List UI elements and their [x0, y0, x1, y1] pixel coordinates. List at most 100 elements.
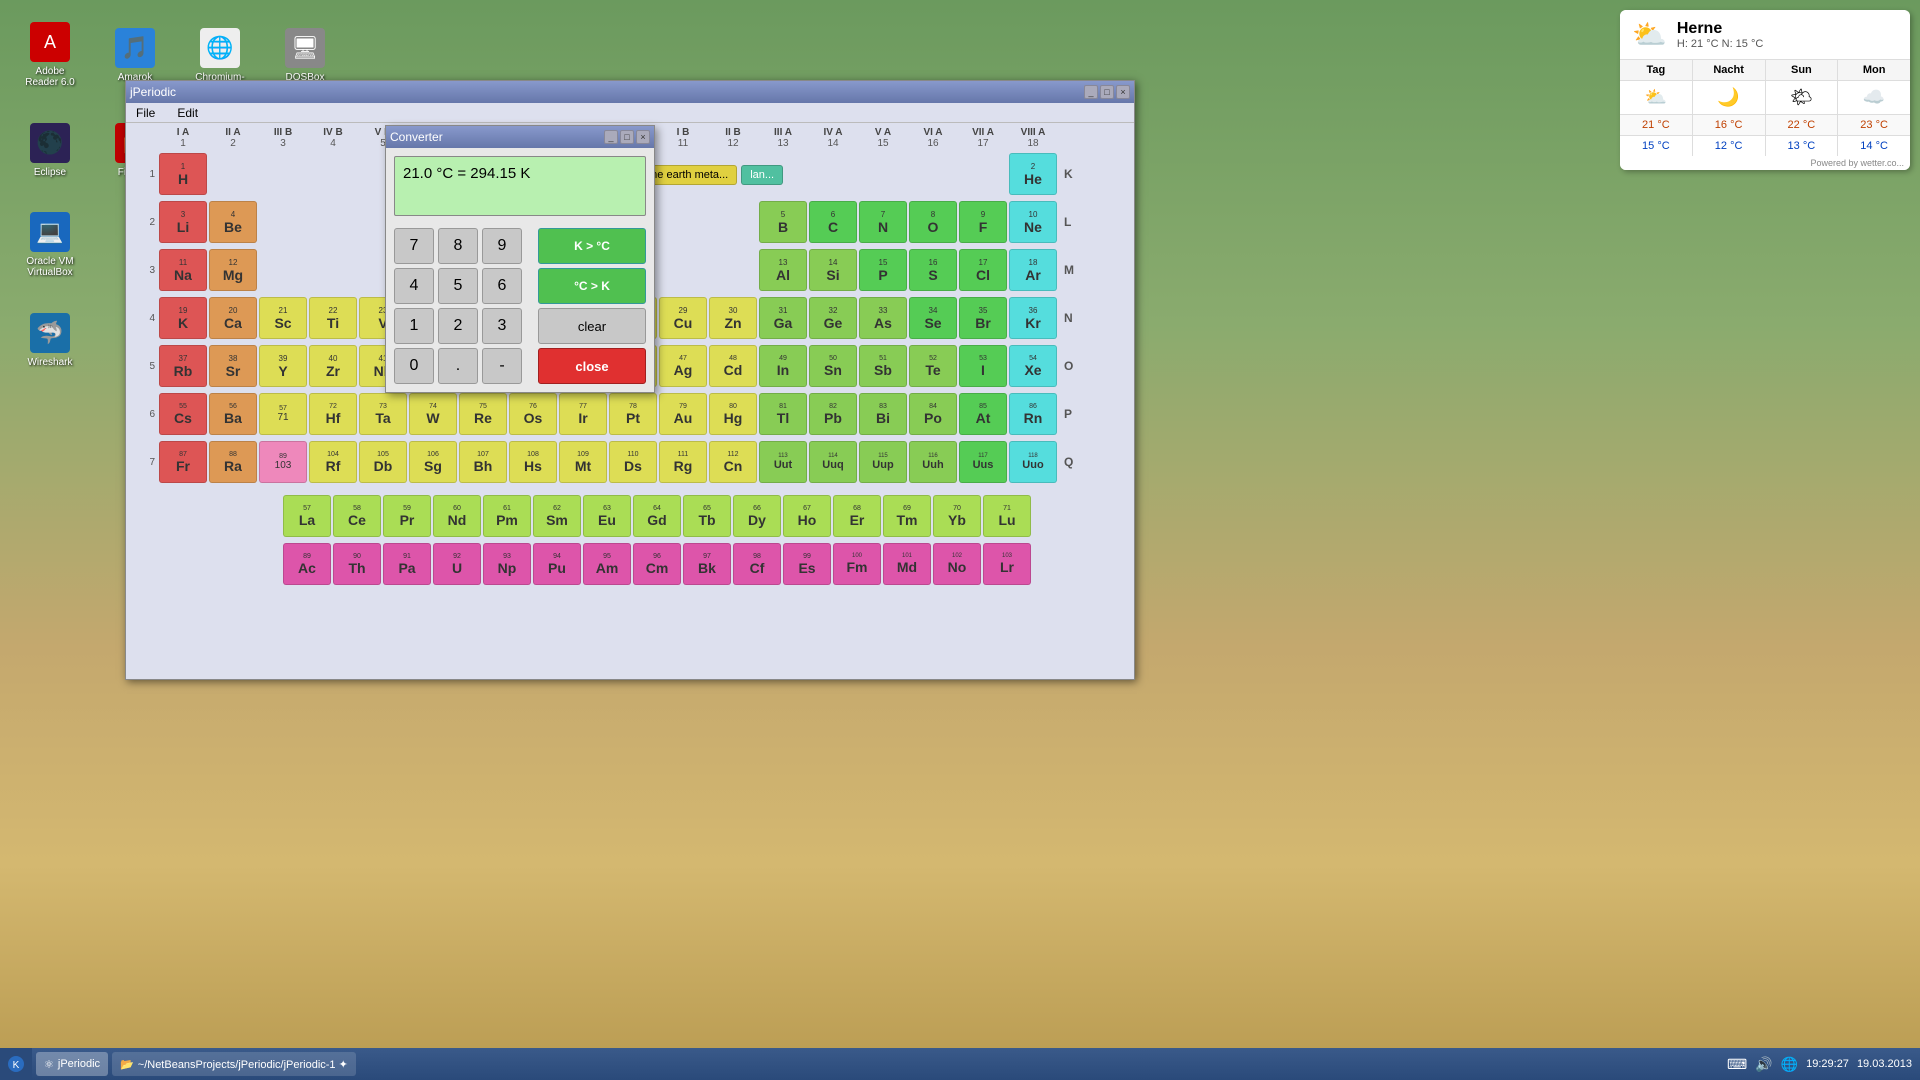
element-Es[interactable]: 99Es [783, 543, 831, 585]
element-Th[interactable]: 90Th [333, 543, 381, 585]
element-Sm[interactable]: 62Sm [533, 495, 581, 537]
element-Tb[interactable]: 65Tb [683, 495, 731, 537]
element-Dy[interactable]: 66Dy [733, 495, 781, 537]
btn-5[interactable]: 5 [438, 268, 478, 304]
element-I[interactable]: 53I [959, 345, 1007, 387]
element-Ac-ref[interactable]: 89103 [259, 441, 307, 483]
element-Zn[interactable]: 30Zn [709, 297, 757, 339]
conv-maximize-btn[interactable]: □ [620, 130, 634, 144]
element-F[interactable]: 9F [959, 201, 1007, 243]
element-Os[interactable]: 76Os [509, 393, 557, 435]
element-Ir[interactable]: 77Ir [559, 393, 607, 435]
element-Rn[interactable]: 86Rn [1009, 393, 1057, 435]
btn-c-to-k[interactable]: °C > K [538, 268, 646, 304]
element-Xe[interactable]: 54Xe [1009, 345, 1057, 387]
element-S[interactable]: 16S [909, 249, 957, 291]
taskbar-start-btn[interactable]: K [0, 1048, 32, 1080]
element-Ac[interactable]: 89Ac [283, 543, 331, 585]
element-Li[interactable]: 3Li [159, 201, 207, 243]
element-Ho[interactable]: 67Ho [783, 495, 831, 537]
btn-6[interactable]: 6 [482, 268, 522, 304]
icon-adobe[interactable]: A AdobeReader 6.0 [10, 10, 90, 100]
converter-titlebar[interactable]: Converter _ □ × [386, 126, 654, 148]
btn-3[interactable]: 3 [482, 308, 522, 344]
element-Rb[interactable]: 37Rb [159, 345, 207, 387]
btn-7[interactable]: 7 [394, 228, 434, 264]
element-Se[interactable]: 34Se [909, 297, 957, 339]
element-Br[interactable]: 35Br [959, 297, 1007, 339]
element-Fr[interactable]: 87Fr [159, 441, 207, 483]
taskbar-jperiodic[interactable]: ⚛ jPeriodic [36, 1052, 108, 1076]
btn-clear[interactable]: clear [538, 308, 646, 344]
element-As[interactable]: 33As [859, 297, 907, 339]
element-Ba[interactable]: 56Ba [209, 393, 257, 435]
element-Rg[interactable]: 111Rg [659, 441, 707, 483]
close-btn[interactable]: × [1116, 85, 1130, 99]
element-Ti[interactable]: 22Ti [309, 297, 357, 339]
menu-file[interactable]: File [130, 104, 161, 122]
jperiodic-titlebar[interactable]: jPeriodic _ □ × [126, 81, 1134, 103]
element-Bh[interactable]: 107Bh [459, 441, 507, 483]
element-Au[interactable]: 79Au [659, 393, 707, 435]
element-Y[interactable]: 39Y [259, 345, 307, 387]
element-Sb[interactable]: 51Sb [859, 345, 907, 387]
icon-oracle[interactable]: 💻 Oracle VMVirtualBox [10, 200, 90, 290]
element-Gd[interactable]: 64Gd [633, 495, 681, 537]
element-Am[interactable]: 95Am [583, 543, 631, 585]
element-Mg[interactable]: 12Mg [209, 249, 257, 291]
element-Eu[interactable]: 63Eu [583, 495, 631, 537]
element-Cd[interactable]: 48Cd [709, 345, 757, 387]
element-Rf[interactable]: 104Rf [309, 441, 357, 483]
element-Ta[interactable]: 73Ta [359, 393, 407, 435]
element-Yb[interactable]: 70Yb [933, 495, 981, 537]
btn-0[interactable]: 0 [394, 348, 434, 384]
element-Cn[interactable]: 112Cn [709, 441, 757, 483]
element-Md[interactable]: 101Md [883, 543, 931, 585]
element-Fm[interactable]: 100Fm [833, 543, 881, 585]
element-Ge[interactable]: 32Ge [809, 297, 857, 339]
element-Lu[interactable]: 71Lu [983, 495, 1031, 537]
element-Tm[interactable]: 69Tm [883, 495, 931, 537]
element-Cl[interactable]: 17Cl [959, 249, 1007, 291]
element-He[interactable]: 2He [1009, 153, 1057, 195]
element-Bk[interactable]: 97Bk [683, 543, 731, 585]
element-Al[interactable]: 13Al [759, 249, 807, 291]
taskbar-volume-icon[interactable]: 🔊 [1755, 1056, 1772, 1073]
element-H[interactable]: 1H [159, 153, 207, 195]
menu-edit[interactable]: Edit [171, 104, 204, 122]
element-Zr[interactable]: 40Zr [309, 345, 357, 387]
element-O[interactable]: 8O [909, 201, 957, 243]
element-Ne[interactable]: 10Ne [1009, 201, 1057, 243]
element-Pt[interactable]: 78Pt [609, 393, 657, 435]
conv-close-btn-x[interactable]: × [636, 130, 650, 144]
btn-1[interactable]: 1 [394, 308, 434, 344]
element-Po[interactable]: 84Po [909, 393, 957, 435]
element-U[interactable]: 92U [433, 543, 481, 585]
element-Pu[interactable]: 94Pu [533, 543, 581, 585]
btn-close[interactable]: close [538, 348, 646, 384]
element-N[interactable]: 7N [859, 201, 907, 243]
element-Sr[interactable]: 38Sr [209, 345, 257, 387]
element-K[interactable]: 19K [159, 297, 207, 339]
element-Ar[interactable]: 18Ar [1009, 249, 1057, 291]
element-Kr[interactable]: 36Kr [1009, 297, 1057, 339]
element-Te[interactable]: 52Te [909, 345, 957, 387]
element-Uuq[interactable]: 114Uuq [809, 441, 857, 483]
element-P[interactable]: 15P [859, 249, 907, 291]
element-Pa[interactable]: 91Pa [383, 543, 431, 585]
element-At[interactable]: 85At [959, 393, 1007, 435]
element-Na[interactable]: 11Na [159, 249, 207, 291]
btn-2[interactable]: 2 [438, 308, 478, 344]
btn-4[interactable]: 4 [394, 268, 434, 304]
element-Ra[interactable]: 88Ra [209, 441, 257, 483]
element-Lr[interactable]: 103Lr [983, 543, 1031, 585]
element-La[interactable]: 57La [283, 495, 331, 537]
element-Db[interactable]: 105Db [359, 441, 407, 483]
element-In[interactable]: 49In [759, 345, 807, 387]
element-Ca[interactable]: 20Ca [209, 297, 257, 339]
element-Sn[interactable]: 50Sn [809, 345, 857, 387]
element-Pb[interactable]: 82Pb [809, 393, 857, 435]
element-Cf[interactable]: 98Cf [733, 543, 781, 585]
icon-wireshark[interactable]: 🦈 Wireshark [10, 295, 90, 385]
btn-8[interactable]: 8 [438, 228, 478, 264]
